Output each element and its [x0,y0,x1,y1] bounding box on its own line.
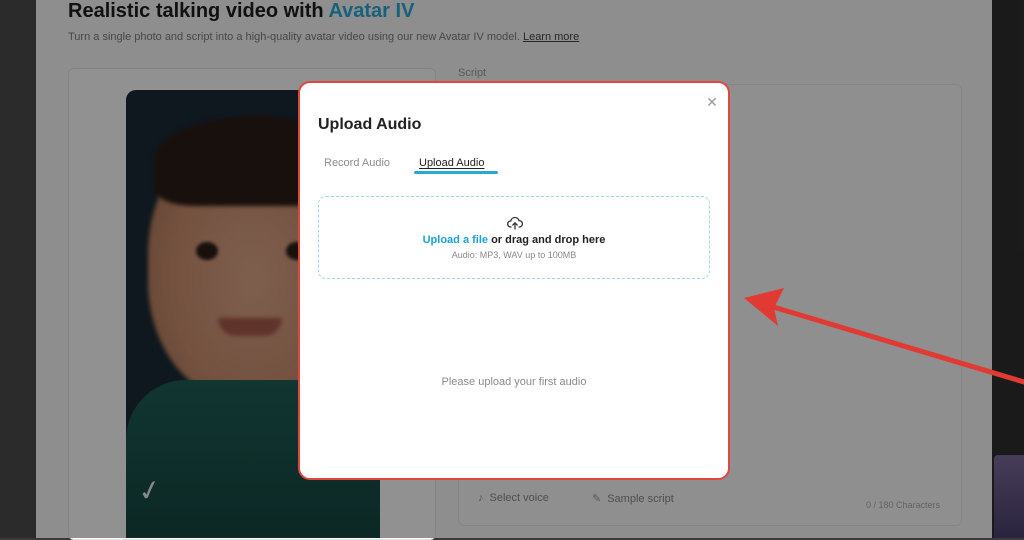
dropzone-hint: Audio: MP3, WAV up to 100MB [451,250,577,260]
empty-audio-message: Please upload your first audio [441,376,587,388]
annotation-arrow-icon [744,288,1024,385]
tab-upload-audio[interactable]: Upload Audio [419,157,484,169]
modal-title: Upload Audio [318,116,422,133]
dropzone-instruction-text: or drag and drop here [488,234,606,246]
upload-audio-modal: ✕ Upload Audio Record Audio Upload Audio… [298,81,730,480]
upload-file-link[interactable]: Upload a file [423,234,488,246]
dropzone-instruction: Upload a file or drag and drop here [319,234,709,246]
upload-cloud-icon [507,216,523,230]
audio-dropzone[interactable]: Upload a file or drag and drop here Audi… [318,196,710,279]
tab-record-audio[interactable]: Record Audio [324,157,390,169]
close-icon[interactable]: ✕ [704,94,720,110]
active-tab-indicator [414,171,498,174]
